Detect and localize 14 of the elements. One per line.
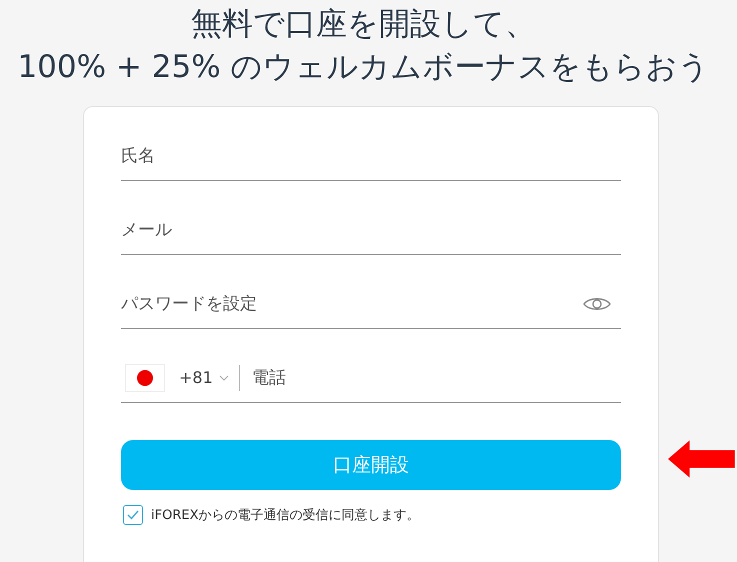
page-heading: 無料で口座を開設して、 — [190, 5, 537, 44]
country-code[interactable]: +81 — [179, 368, 219, 387]
arrow-icon — [668, 439, 737, 479]
show-password-icon[interactable] — [583, 296, 612, 312]
caret-icon[interactable] — [219, 374, 229, 380]
check-icon — [127, 510, 139, 520]
name-field[interactable]: 氏名 — [121, 140, 622, 170]
password-field[interactable]: パスワードを設定 — [121, 288, 584, 318]
japan-flag-icon[interactable] — [125, 364, 165, 392]
page-heading: 100% + 25% のウェルカムボーナスをもらおう — [17, 48, 710, 87]
phone-field[interactable]: 電話 — [252, 362, 622, 392]
email-field[interactable]: メール — [121, 214, 622, 244]
consent-label: iFOREXからの電子通信の受信に同意します。 — [151, 507, 420, 524]
consent-checkbox[interactable] — [123, 505, 143, 525]
